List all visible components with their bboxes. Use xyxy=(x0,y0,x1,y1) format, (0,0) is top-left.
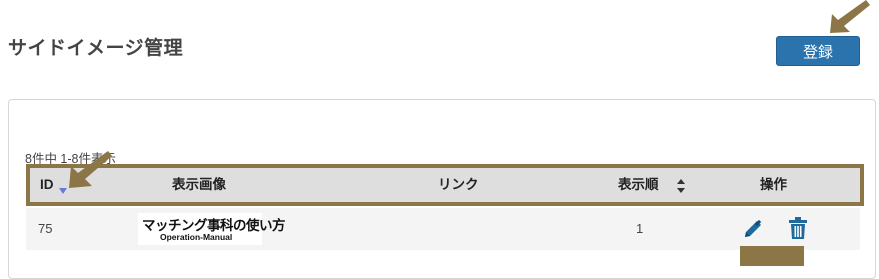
thumbnail-image: マッチング事科の使い方 Operation-Manual xyxy=(138,213,286,245)
cell-id: 75 xyxy=(38,221,53,236)
annotation-arrow-icon xyxy=(830,0,870,33)
register-button[interactable]: 登録 xyxy=(776,36,860,66)
annotation-arrow-icon xyxy=(69,151,112,188)
column-header-id[interactable]: ID xyxy=(40,168,54,202)
trash-icon[interactable] xyxy=(788,217,808,239)
column-header-link: リンク xyxy=(438,177,479,192)
table-header: ID 表示画像 リンク 表示順 操作 xyxy=(26,164,864,206)
page-title: サイドイメージ管理 xyxy=(8,38,184,59)
thumbnail-subtitle: Operation-Manual xyxy=(160,232,233,242)
thumbnail-title: マッチング事科の使い方 xyxy=(142,218,286,233)
column-header-actions: 操作 xyxy=(760,177,787,192)
annotation-marker xyxy=(740,246,804,266)
table-row: 75 マッチング事科の使い方 Operation-Manual 1 xyxy=(26,208,860,250)
column-header-order[interactable]: 表示順 xyxy=(618,168,659,202)
sort-both-icon[interactable] xyxy=(677,179,685,193)
pencil-icon[interactable] xyxy=(742,218,764,240)
cell-order: 1 xyxy=(636,221,644,236)
column-header-image: 表示画像 xyxy=(172,177,226,192)
